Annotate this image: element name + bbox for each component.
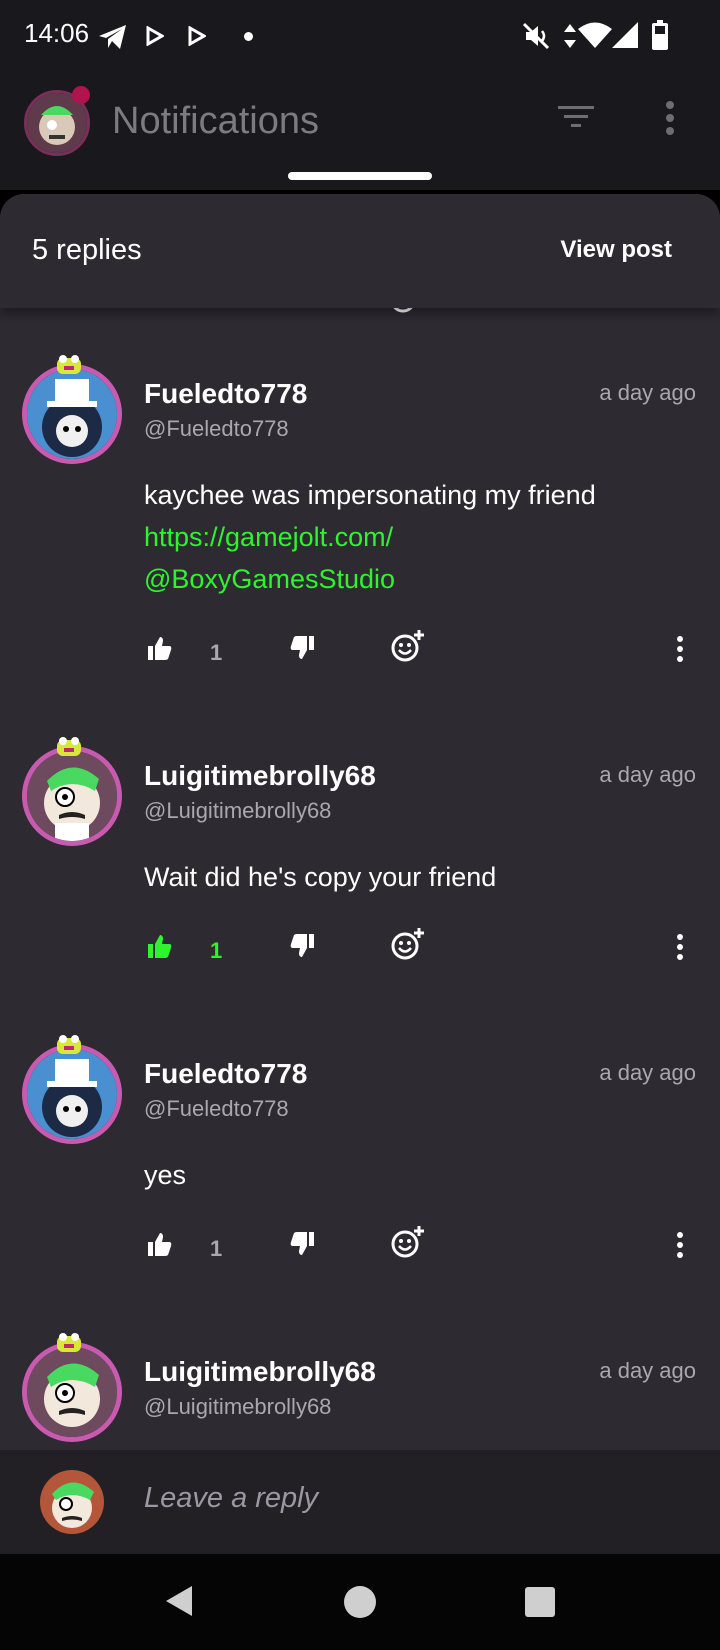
- comment-text: Wait did he's copy your friend: [144, 862, 497, 892]
- replies-list[interactable]: 1 Fueledto778 @Fueledto778 a day ago kay…: [0, 194, 720, 1450]
- more-vert-icon[interactable]: [676, 1232, 684, 1258]
- user-handle[interactable]: @Luigitimebrolly68: [144, 1394, 331, 1420]
- comment-text: yes: [144, 1160, 187, 1190]
- username[interactable]: Fueledto778: [144, 378, 307, 410]
- action-row: 1: [0, 1226, 720, 1272]
- notification-dot-icon: [244, 32, 253, 41]
- replies-count: 5 replies: [32, 234, 142, 266]
- sheet-drag-handle[interactable]: [288, 172, 432, 180]
- like-count: 1: [210, 640, 223, 665]
- username[interactable]: Fueledto778: [144, 1058, 307, 1090]
- user-handle[interactable]: @Fueledto778: [144, 1096, 289, 1122]
- battery-icon: [652, 20, 668, 50]
- app-bar: Notifications: [0, 72, 720, 190]
- thumbs-down-icon[interactable]: [290, 934, 316, 958]
- play-store-icon-2: [188, 26, 206, 46]
- username[interactable]: Luigitimebrolly68: [144, 1356, 376, 1388]
- user-handle[interactable]: @Luigitimebrolly68: [144, 798, 331, 824]
- wifi-icon: [578, 22, 612, 48]
- reply-input[interactable]: Leave a reply: [144, 1482, 318, 1515]
- like-count: 1: [210, 1236, 223, 1261]
- avatar[interactable]: [22, 1342, 122, 1442]
- telegram-icon: [99, 25, 126, 49]
- home-icon[interactable]: [342, 1584, 378, 1620]
- action-row: 1: [0, 928, 720, 974]
- frog-hat-icon: [57, 355, 81, 374]
- recents-icon[interactable]: [524, 1586, 556, 1618]
- mute-icon: [522, 22, 550, 50]
- data-arrows-icon: [564, 24, 576, 48]
- status-time: 14:06: [24, 18, 90, 48]
- username[interactable]: Luigitimebrolly68: [144, 760, 376, 792]
- thumbs-up-icon[interactable]: [146, 636, 172, 660]
- comment-body: kaychee was impersonating my friend: [144, 480, 596, 510]
- more-vert-icon[interactable]: [676, 636, 684, 662]
- play-store-icon: [146, 26, 164, 46]
- replies-sheet: 1 Fueledto778 @Fueledto778 a day ago kay…: [0, 194, 720, 1554]
- timestamp: a day ago: [599, 1060, 696, 1085]
- more-vert-icon[interactable]: [676, 934, 684, 960]
- comment-link[interactable]: https://gamejolt.com/: [144, 516, 684, 558]
- avatar[interactable]: [22, 364, 122, 464]
- user-handle[interactable]: @Fueledto778: [144, 416, 289, 442]
- thumbs-up-icon[interactable]: [146, 1232, 172, 1256]
- back-icon[interactable]: [164, 1584, 194, 1618]
- frog-hat-icon: [57, 1035, 81, 1054]
- comment-text: kaychee was impersonating my friend http…: [144, 474, 684, 600]
- timestamp: a day ago: [599, 1358, 696, 1383]
- like-count: 1: [210, 938, 223, 963]
- page-title: Notifications: [112, 100, 319, 142]
- frog-hat-icon: [57, 737, 81, 756]
- action-row: 1: [0, 630, 720, 676]
- comment-link-continued[interactable]: @BoxyGamesStudio: [144, 558, 684, 600]
- thumbs-down-icon[interactable]: [290, 636, 316, 660]
- add-reaction-icon[interactable]: [390, 926, 426, 962]
- avatar[interactable]: [22, 746, 122, 846]
- status-bar: 14:06: [0, 0, 720, 72]
- view-post-button[interactable]: View post: [560, 236, 672, 264]
- more-vert-icon[interactable]: [664, 100, 676, 136]
- add-reaction-icon[interactable]: [390, 628, 426, 664]
- avatar[interactable]: [22, 1044, 122, 1144]
- frog-hat-icon: [57, 1333, 81, 1352]
- signal-icon: [612, 22, 638, 48]
- timestamp: a day ago: [599, 380, 696, 405]
- add-reaction-icon[interactable]: [390, 1224, 426, 1260]
- thumbs-down-icon[interactable]: [290, 1232, 316, 1256]
- current-user-avatar: [40, 1470, 104, 1534]
- notification-badge: [72, 86, 90, 104]
- timestamp: a day ago: [599, 762, 696, 787]
- system-nav-bar: [0, 1554, 720, 1650]
- reply-bar[interactable]: Leave a reply: [0, 1450, 720, 1554]
- thumbs-up-icon[interactable]: [146, 934, 172, 958]
- filter-icon[interactable]: [556, 102, 596, 132]
- sheet-header: 5 replies View post: [0, 194, 720, 308]
